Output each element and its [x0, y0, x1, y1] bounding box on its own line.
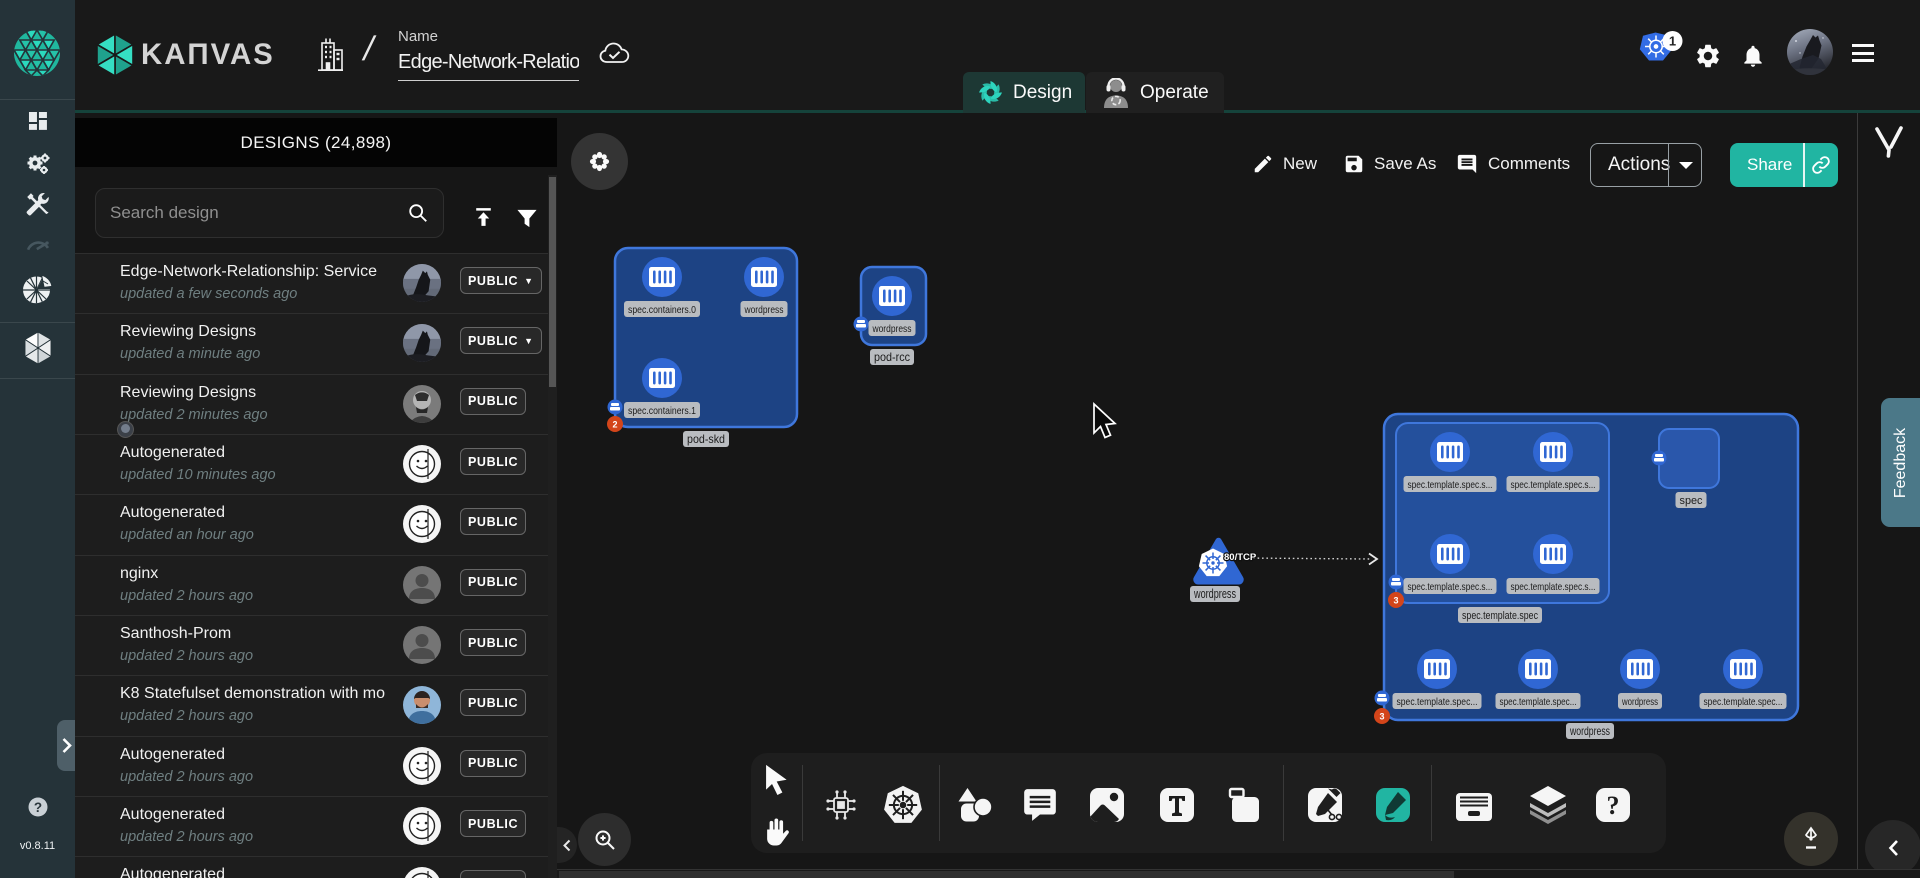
svg-text:pod-rcc: pod-rcc [874, 350, 910, 364]
svg-text:spec: spec [1680, 495, 1703, 507]
svg-text:spec.template.spec.s...: spec.template.spec.s... [1511, 479, 1596, 491]
svg-text:1: 1 [1669, 34, 1676, 49]
svg-text:3: 3 [1379, 712, 1384, 722]
svg-text:spec.containers.1: spec.containers.1 [628, 405, 696, 417]
svg-text:pod-skd: pod-skd [687, 432, 725, 446]
svg-text:spec.template.spec...: spec.template.spec... [1397, 696, 1478, 708]
svg-text:spec.containers.0: spec.containers.0 [628, 304, 696, 316]
svg-text:spec.template.spec...: spec.template.spec... [1704, 696, 1783, 708]
svg-text:2: 2 [612, 420, 617, 430]
svg-text:wordpress: wordpress [744, 304, 784, 316]
svg-text:3: 3 [1393, 596, 1398, 606]
svg-text:spec.template.spec.s...: spec.template.spec.s... [1408, 479, 1493, 491]
svg-text:spec.template.spec.s...: spec.template.spec.s... [1408, 581, 1493, 593]
svg-text:wordpress: wordpress [1193, 587, 1236, 601]
svg-text:spec.template.spec...: spec.template.spec... [1500, 696, 1577, 708]
svg-text:?: ? [1607, 791, 1620, 820]
svg-text:wordpress: wordpress [872, 323, 912, 335]
svg-text:?: ? [33, 800, 41, 815]
svg-text:wordpress: wordpress [1621, 696, 1658, 708]
svg-text:spec.template.spec: spec.template.spec [1462, 610, 1538, 622]
svg-text:wordpress: wordpress [1569, 724, 1610, 738]
svg-text:80/TCP: 80/TCP [1224, 552, 1257, 563]
svg-text:spec.template.spec.s...: spec.template.spec.s... [1511, 581, 1596, 593]
